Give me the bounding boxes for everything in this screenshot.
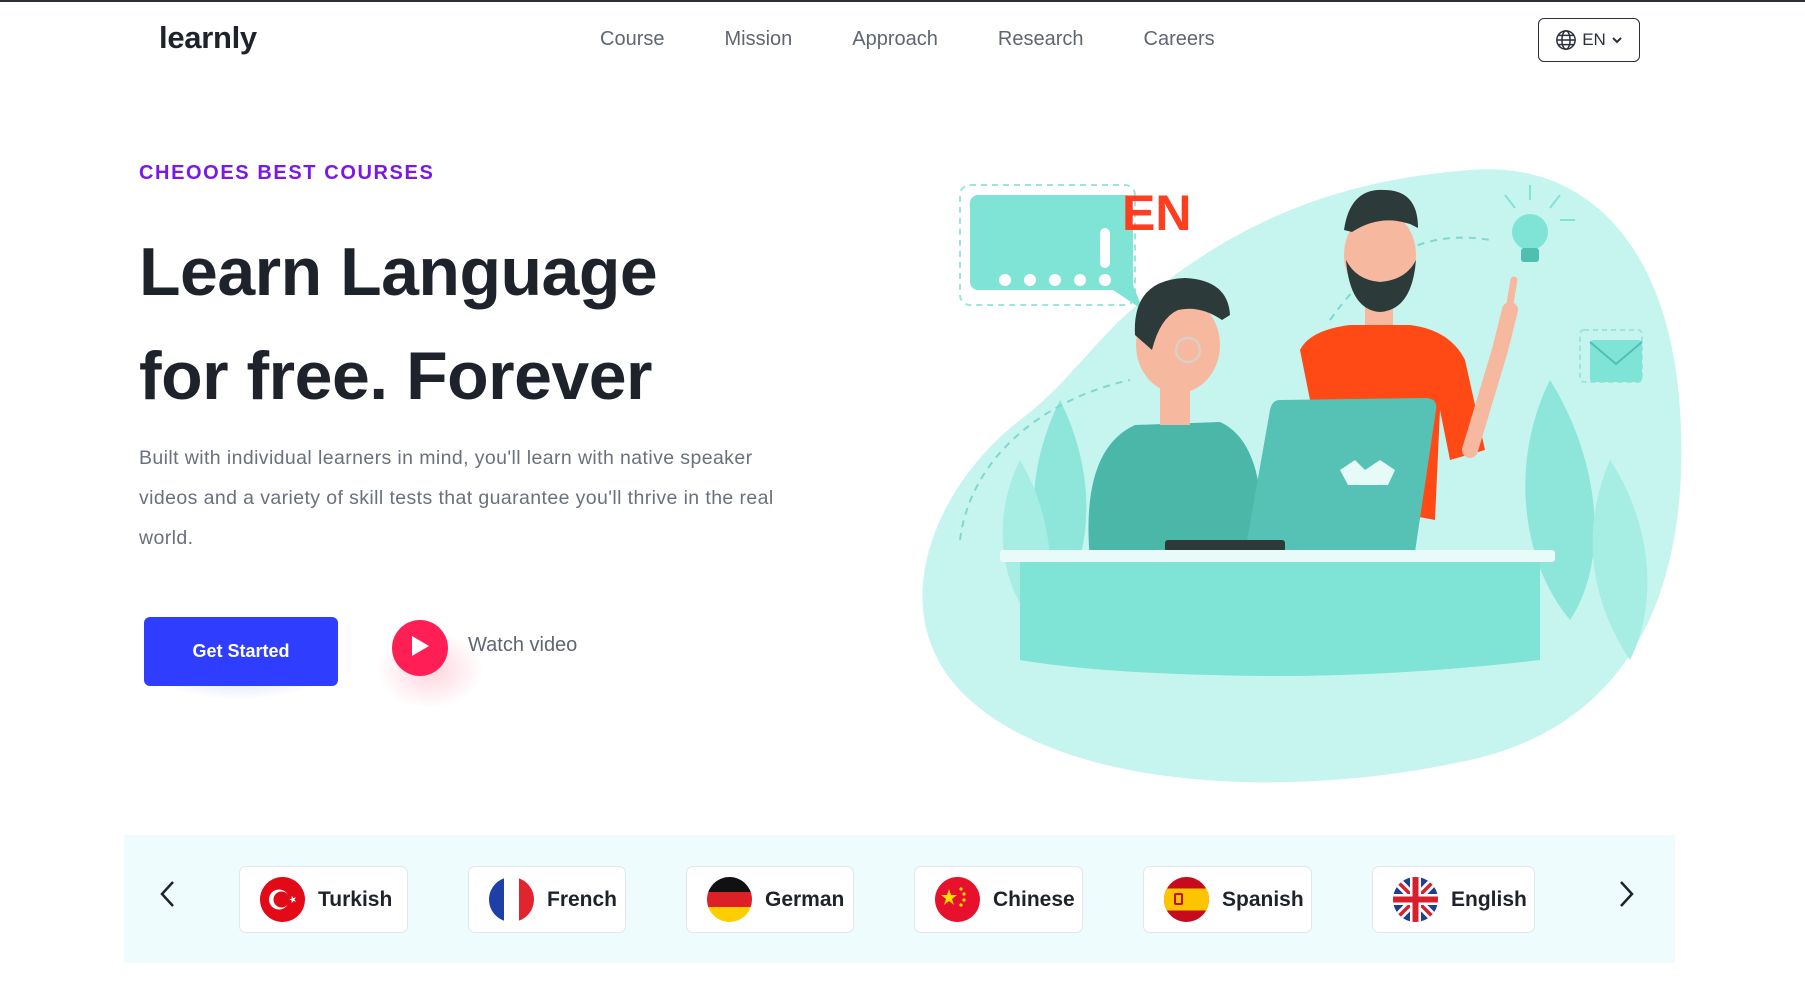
nav-link-course[interactable]: Course — [600, 28, 664, 51]
france-flag-icon — [489, 877, 534, 922]
site-header: learnly Course Mission Approach Research… — [0, 0, 1805, 80]
illustration-badge: EN — [1122, 185, 1191, 241]
language-name: Chinese — [993, 887, 1075, 911]
china-flag-icon — [935, 877, 980, 922]
chevron-left-icon — [158, 879, 176, 914]
chevron-right-icon — [1618, 879, 1636, 914]
language-card-english[interactable]: English — [1372, 866, 1535, 933]
hero-title-line-1: Learn Language — [139, 234, 658, 310]
language-name: Spanish — [1222, 887, 1304, 911]
chevron-down-icon — [1611, 34, 1623, 46]
logo[interactable]: learnly — [159, 20, 257, 56]
nav-link-mission[interactable]: Mission — [724, 28, 792, 51]
language-name: Turkish — [318, 887, 393, 911]
language-card-german[interactable]: German — [686, 866, 854, 933]
main-nav: Course Mission Approach Research Careers — [600, 28, 1275, 51]
germany-flag-icon — [707, 877, 752, 922]
get-started-button[interactable]: Get Started — [144, 617, 338, 686]
language-card-chinese[interactable]: Chinese — [914, 866, 1083, 933]
language-name: German — [765, 887, 845, 911]
watch-video-link[interactable]: Watch video — [468, 634, 577, 657]
hero-description: Built with individual learners in mind, … — [139, 447, 774, 549]
nav-link-approach[interactable]: Approach — [852, 28, 938, 51]
language-card-french[interactable]: French — [468, 866, 626, 933]
hero-eyebrow: CHEOOES BEST COURSES — [139, 162, 435, 184]
turkey-flag-icon — [260, 877, 305, 922]
uk-flag-icon — [1393, 877, 1438, 922]
carousel-next-button[interactable] — [1610, 876, 1644, 916]
play-video-button[interactable] — [392, 620, 448, 676]
language-selector[interactable]: EN — [1538, 18, 1640, 62]
language-name: English — [1451, 887, 1527, 911]
nav-link-careers[interactable]: Careers — [1144, 28, 1215, 51]
language-selector-value: EN — [1582, 30, 1606, 49]
spain-flag-icon — [1164, 877, 1209, 922]
language-card-spanish[interactable]: Spanish — [1143, 866, 1312, 933]
hero-title-line-2: for free. Forever — [139, 338, 653, 414]
hero-illustration: EN — [910, 160, 1700, 790]
carousel-prev-button[interactable] — [150, 876, 184, 916]
language-name: French — [547, 887, 618, 911]
globe-icon — [1555, 29, 1577, 51]
hero-title: Learn Language for free. Forever — [139, 220, 839, 428]
language-card-turkish[interactable]: Turkish — [239, 866, 408, 933]
nav-link-research[interactable]: Research — [998, 28, 1084, 51]
play-icon — [409, 634, 431, 663]
